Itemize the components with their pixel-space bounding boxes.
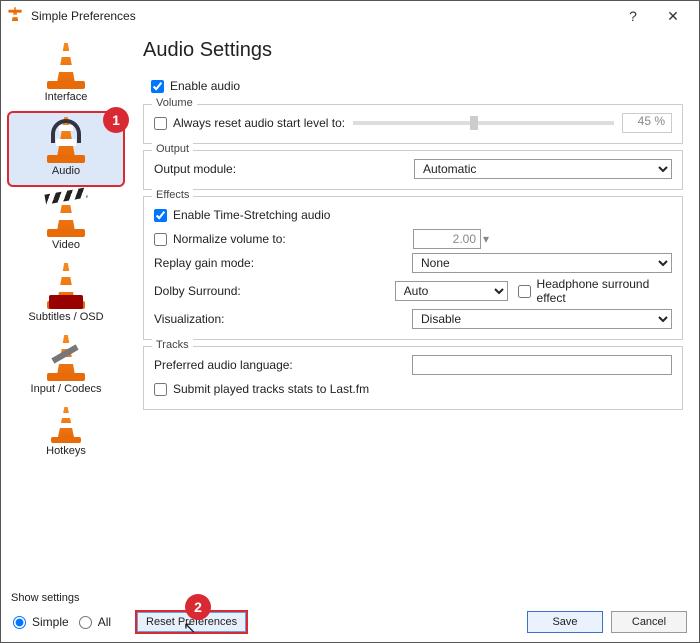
save-button[interactable]: Save [527,611,603,633]
sidebar-item-label: Input / Codecs [7,383,125,395]
spinner-icon[interactable]: ▾ [483,232,489,246]
lastfm-checkbox[interactable] [154,383,167,396]
sidebar-item-label: Interface [7,91,125,103]
replay-gain-label: Replay gain mode: [154,256,412,270]
group-title: Volume [152,97,197,109]
cancel-button[interactable]: Cancel [611,611,687,633]
sidebar-item-interface[interactable]: Interface [7,39,125,111]
show-simple-label: Simple [32,615,69,629]
enable-audio-checkbox[interactable] [151,80,164,93]
output-module-select[interactable]: Automatic [414,159,672,179]
reset-audio-level-label: Always reset audio start level to: [173,116,345,130]
normalize-label: Normalize volume to: [173,232,413,246]
normalize-value[interactable] [413,229,481,249]
reset-preferences-highlight: 2 Reset Preferences ↖ [135,610,248,634]
headphone-effect-label: Headphone surround effect [537,277,672,305]
sidebar-item-label: Audio [9,165,123,177]
sidebar-item-label: Video [7,239,125,251]
show-all-label: All [98,615,111,629]
normalize-checkbox[interactable] [154,233,167,246]
category-sidebar: Interface 1 Audio Video Subtitles / OSD … [1,31,131,601]
sidebar-item-audio[interactable]: 1 Audio [7,111,125,187]
preferred-language-input[interactable] [412,355,672,375]
sidebar-item-label: Subtitles / OSD [7,311,125,323]
output-module-label: Output module: [154,162,324,176]
tracks-group: Tracks Preferred audio language: Submit … [143,346,683,410]
replay-gain-select[interactable]: None [412,253,672,273]
settings-panel: Audio Settings Enable audio Volume Alway… [131,31,699,601]
sidebar-item-subtitles[interactable]: Subtitles / OSD [7,259,125,331]
group-title: Output [152,143,193,155]
effects-group: Effects Enable Time-Stretching audio Nor… [143,196,683,340]
visualization-select[interactable]: Disable [412,309,672,329]
titlebar: Simple Preferences ? ✕ [1,1,699,31]
sidebar-item-input-codecs[interactable]: Input / Codecs [7,331,125,403]
vlc-app-icon [7,7,23,26]
sidebar-item-hotkeys[interactable]: Hotkeys [7,403,125,465]
window-title: Simple Preferences [29,9,613,23]
volume-group: Volume Always reset audio start level to… [143,104,683,144]
timestretch-label: Enable Time-Stretching audio [173,208,330,222]
enable-audio-label: Enable audio [170,79,240,93]
group-title: Effects [152,189,193,201]
sidebar-item-label: Hotkeys [7,445,125,457]
reset-audio-level-checkbox[interactable] [154,117,167,130]
visualization-label: Visualization: [154,312,412,326]
headphone-effect-checkbox[interactable] [518,285,531,298]
annotation-badge-2: 2 [185,594,211,620]
group-title: Tracks [152,339,193,351]
cursor-icon: ↖ [183,618,196,638]
show-all-radio[interactable] [79,616,92,629]
show-settings-radios: Simple All [13,615,117,629]
page-title: Audio Settings [143,39,683,62]
help-button[interactable]: ? [613,8,653,24]
dolby-label: Dolby Surround: [154,284,395,298]
preferred-language-label: Preferred audio language: [154,358,412,372]
volume-percent: 45 % [622,113,672,133]
show-simple-radio[interactable] [13,616,26,629]
annotation-badge-1: 1 [103,107,129,133]
sidebar-item-video[interactable]: Video [7,187,125,259]
output-group: Output Output module: Automatic [143,150,683,190]
dolby-select[interactable]: Auto [395,281,509,301]
close-button[interactable]: ✕ [653,8,693,25]
lastfm-label: Submit played tracks stats to Last.fm [173,382,369,396]
timestretch-checkbox[interactable] [154,209,167,222]
bottom-bar: Simple All 2 Reset Preferences ↖ Save Ca… [1,602,699,642]
volume-slider[interactable] [353,121,614,125]
